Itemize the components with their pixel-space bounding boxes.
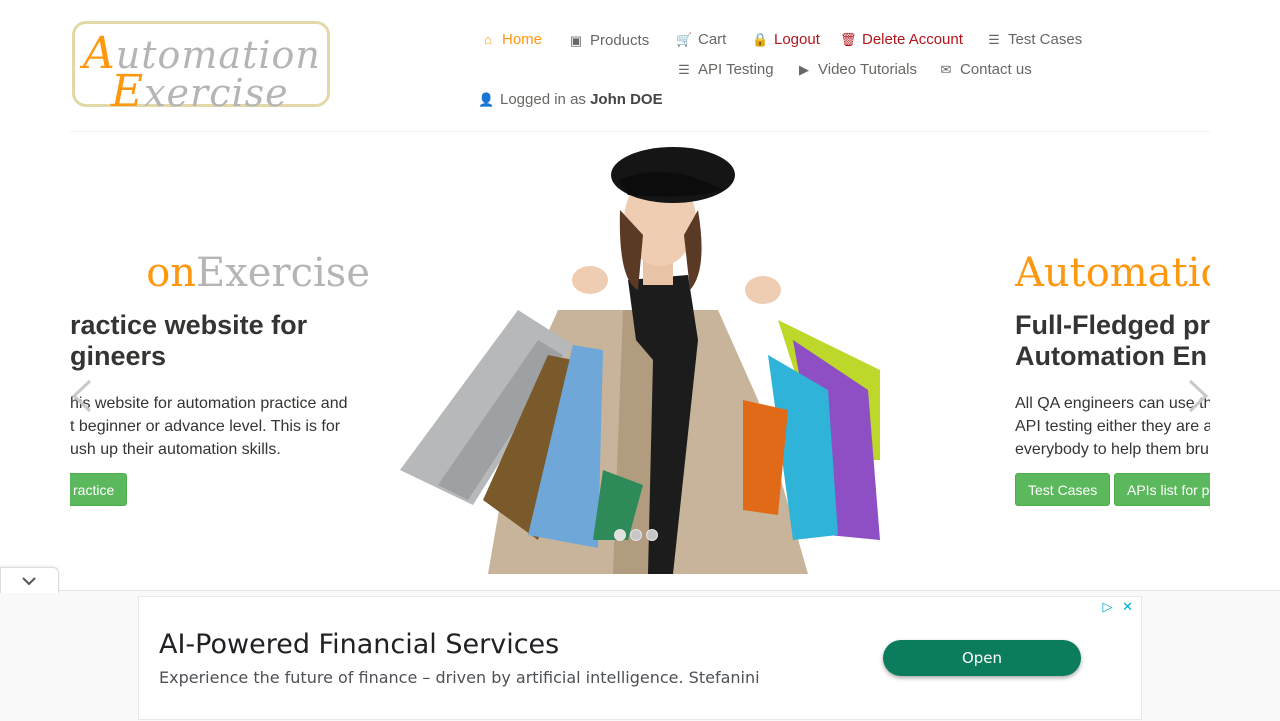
slide-next-headline-1: Full-Fledged pr [1015, 310, 1210, 340]
slide-body-2: t beginner or advance level. This is for [70, 418, 341, 435]
products-icon: ▣ [569, 33, 583, 48]
slide-body-1: his website for automation practice and [70, 395, 348, 412]
list-icon: ☰ [678, 62, 690, 77]
nav-api-testing[interactable]: ☰ API Testing [676, 61, 773, 78]
chevron-left-icon [71, 379, 92, 413]
list-icon: ☰ [988, 32, 1000, 47]
carousel-dot[interactable] [614, 529, 626, 541]
carousel-dot[interactable] [630, 529, 642, 541]
hero-shopping-woman-image [400, 147, 880, 574]
slide-next-headline-2: Automation En [1015, 341, 1207, 371]
slide-body-3: ush up their automation skills. [70, 441, 281, 458]
cart-icon: 🛒 [676, 32, 693, 47]
nav-delete-account[interactable]: 🗑 Delete Account [840, 31, 963, 48]
carousel-slide-prev: onExercise ractice website for gineers h… [70, 250, 370, 520]
user-icon: 👤 [478, 92, 495, 107]
trash-icon: 🗑 [840, 32, 857, 47]
carousel-next-button[interactable] [1186, 378, 1212, 421]
nav-contact-us[interactable]: ✉ Contact us [938, 61, 1032, 78]
nav-cart[interactable]: 🛒 Cart [676, 31, 726, 48]
nav-products[interactable]: ▣ Products [568, 32, 649, 49]
nav-logout[interactable]: 🔒 Logout [752, 31, 820, 48]
ad-card[interactable]: ▷ ✕ AI-Powered Financial Services Experi… [138, 596, 1142, 720]
carousel-slide-next: Automatic Full-Fledged pr Automation En … [1015, 250, 1210, 520]
slide-brand: onExercise [146, 250, 370, 296]
carousel-dot[interactable] [646, 529, 658, 541]
slide-headline-2: gineers [70, 341, 167, 371]
slide-next-body-2: API testing either they are a [1015, 418, 1210, 435]
carousel-prev-button[interactable] [68, 378, 94, 421]
logged-in-status: 👤 Logged in as John DOE [478, 91, 663, 108]
envelope-icon: ✉ [940, 62, 952, 77]
close-icon[interactable]: ✕ [1122, 599, 1133, 614]
slide-next-body-1: All QA engineers can use th [1015, 395, 1210, 412]
ad-collapse-tab[interactable] [0, 567, 59, 593]
adchoices-icon: ▷ [1102, 599, 1113, 614]
youtube-icon: ▶ [799, 62, 809, 77]
slide-headline-1: ractice website for [70, 310, 308, 340]
slide-next-body-3: everybody to help them bru [1015, 441, 1209, 458]
nav-video-tutorials[interactable]: ▶ Video Tutorials [796, 61, 917, 78]
chevron-down-icon [22, 577, 36, 586]
home-icon: ⌂ [484, 32, 492, 47]
nav-home[interactable]: ⌂ Home [480, 31, 542, 48]
logo-line-2: Exercise [111, 66, 289, 117]
chevron-right-icon [1188, 379, 1209, 413]
nav-test-cases[interactable]: ☰ Test Cases [986, 31, 1082, 48]
carousel-indicators [614, 528, 662, 546]
lock-icon: 🔒 [752, 32, 769, 47]
logged-in-username: John DOE [590, 91, 663, 108]
ad-title[interactable]: AI-Powered Financial Services [159, 629, 559, 660]
site-logo[interactable]: Automation Exercise [72, 21, 330, 117]
ad-open-button[interactable]: Open [883, 640, 1081, 676]
slide-next-brand: Automatic [1015, 250, 1210, 296]
ad-description: Experience the future of finance – drive… [159, 668, 760, 687]
apis-list-button[interactable]: APIs list for p [1114, 473, 1210, 506]
test-cases-button[interactable]: Test Cases [1015, 473, 1111, 506]
apis-practice-button[interactable]: ractice [70, 473, 128, 506]
header-divider [70, 131, 1210, 132]
ad-choices[interactable]: ▷ ✕ [1102, 599, 1133, 615]
